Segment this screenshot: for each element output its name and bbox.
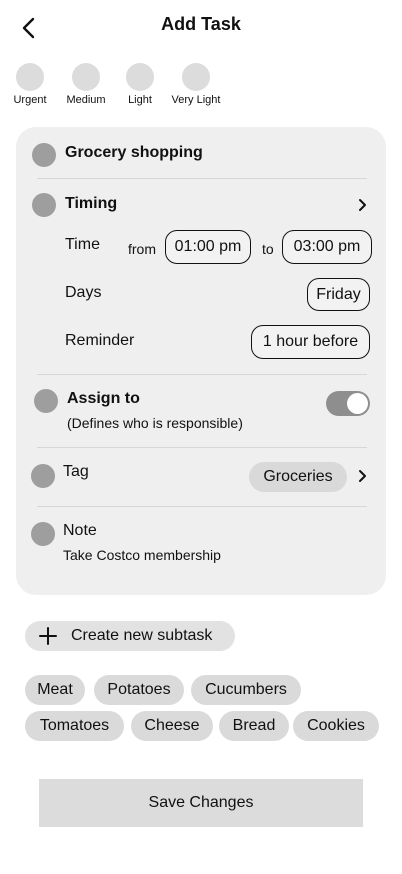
chip-tomatoes[interactable]: Tomatoes (25, 711, 124, 741)
page-title: Add Task (161, 14, 241, 34)
priority-dot (16, 63, 44, 91)
timing-dot (32, 193, 56, 217)
priority-dot (126, 63, 154, 91)
chip-meat[interactable]: Meat (25, 675, 85, 705)
time-label: Time (65, 236, 100, 253)
assign-label: Assign to (67, 390, 140, 407)
task-name[interactable]: Grocery shopping (65, 144, 203, 162)
assign-description: (Defines who is responsible) (67, 415, 243, 431)
chip-potatoes[interactable]: Potatoes (94, 675, 184, 705)
timing-expand[interactable] (358, 198, 367, 217)
chip-cheese[interactable]: Cheese (131, 711, 213, 741)
priority-label: Very Light (171, 94, 221, 106)
note-label: Note (63, 522, 97, 539)
toggle-knob (347, 393, 368, 414)
tag-value[interactable]: Groceries (249, 462, 347, 492)
chip-cucumbers[interactable]: Cucumbers (191, 675, 301, 705)
tag-expand[interactable] (358, 469, 367, 488)
reminder-field[interactable]: 1 hour before (251, 325, 370, 359)
to-time-field[interactable]: 03:00 pm (282, 230, 372, 264)
note-text[interactable]: Take Costco membership (63, 547, 221, 563)
days-label: Days (65, 284, 102, 301)
note-dot (31, 522, 55, 546)
chip-cookies[interactable]: Cookies (293, 711, 379, 741)
save-changes-button[interactable]: Save Changes (39, 779, 363, 827)
reminder-label: Reminder (65, 332, 135, 349)
create-subtask-button[interactable]: Create new subtask (25, 621, 235, 651)
divider (37, 178, 367, 179)
days-field[interactable]: Friday (307, 278, 370, 311)
timing-label: Timing (65, 195, 118, 212)
to-label: to (262, 241, 274, 257)
chevron-right-icon (359, 470, 366, 482)
priority-dot (182, 63, 210, 91)
from-label: from (128, 241, 156, 257)
chip-bread[interactable]: Bread (219, 711, 289, 741)
create-subtask-label: Create new subtask (71, 627, 213, 644)
chevron-right-icon (359, 199, 366, 211)
from-time-field[interactable]: 01:00 pm (165, 230, 251, 264)
assign-dot (34, 389, 58, 413)
plus-icon (39, 627, 57, 645)
divider (37, 374, 367, 375)
priority-very-light[interactable]: Very Light (161, 63, 231, 106)
assign-toggle[interactable] (326, 391, 370, 416)
tag-dot (31, 464, 55, 488)
priority-dot (72, 63, 100, 91)
divider (37, 447, 367, 448)
tag-label: Tag (63, 463, 89, 480)
task-name-dot (32, 143, 56, 167)
divider (37, 506, 367, 507)
